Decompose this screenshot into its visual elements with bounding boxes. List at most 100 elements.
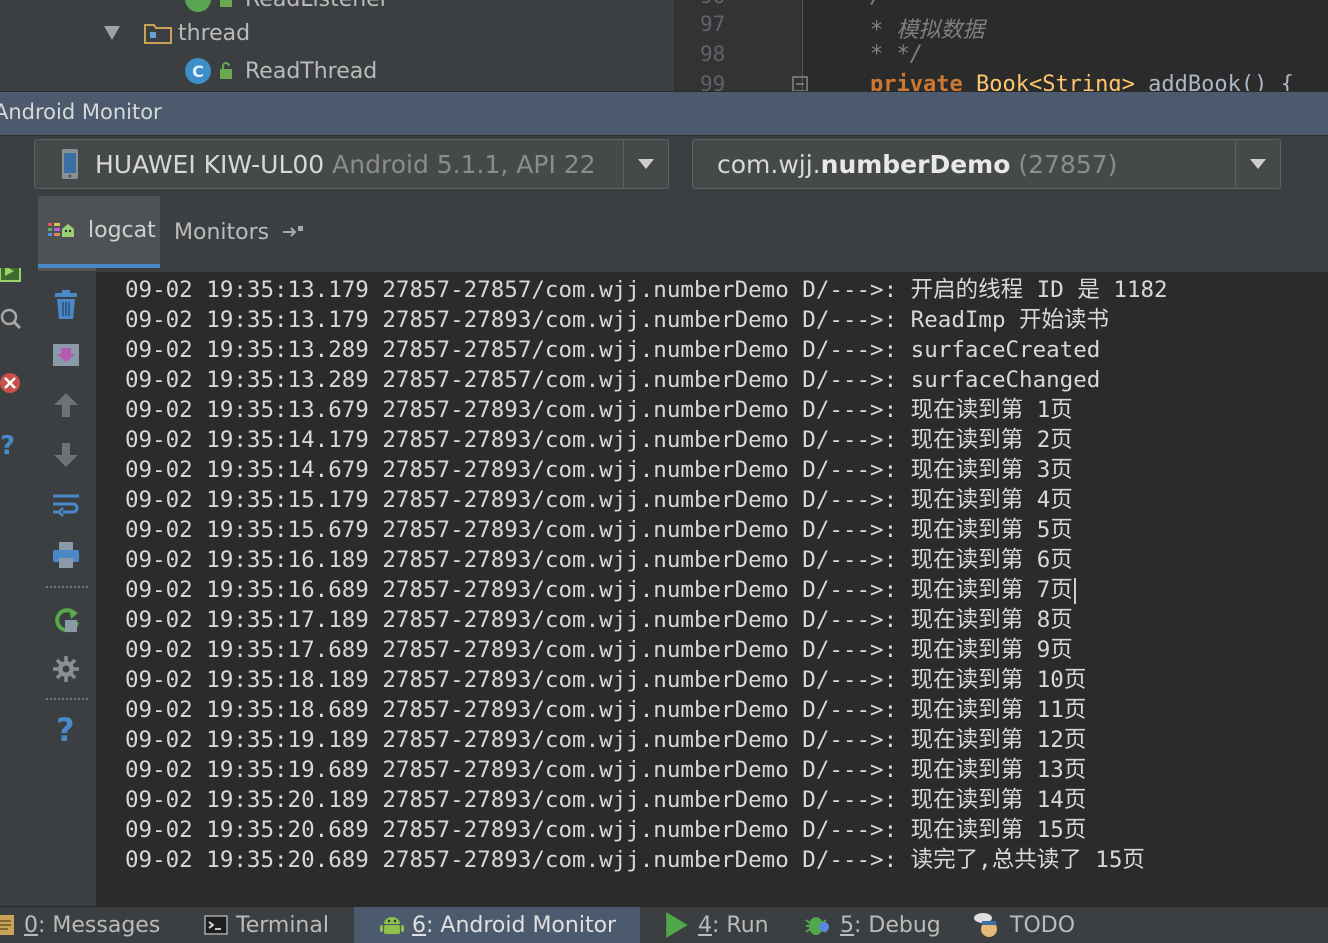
restore-layout-icon[interactable] [281,224,307,240]
terminal-tab[interactable]: Terminal [204,907,354,943]
tool-window-header[interactable]: Android Monitor [0,91,1328,136]
line-number: 99 [700,72,726,91]
line-number: 96 [700,0,725,8]
terminal-icon [204,915,228,935]
tree-item-read-thread[interactable]: C ReadThread [185,54,377,88]
line-number: 98 [700,42,726,66]
tab-label: logcat [88,217,156,243]
code-line: * */ [870,42,923,67]
debug-tab[interactable]: 5: Debug [804,907,954,943]
log-line: 09-02 19:35:18.689 27857-27893/com.wjj.n… [125,697,1087,723]
package-folder-icon [144,24,172,44]
messages-tab[interactable]: 0: Messages [0,907,180,943]
code-editor[interactable]: 96 97 98 99 /** * 模拟数据 * */ private Book… [674,0,1328,91]
log-line: 09-02 19:35:13.679 27857-27893/com.wjj.n… [125,397,1073,423]
logcat-console[interactable]: 09-02 19:35:13.179 27857-27857/com.wjj.n… [96,272,1328,906]
access-icon [220,0,232,7]
tool-window-title: Android Monitor [0,100,162,124]
gear-icon [53,656,79,682]
log-line: 09-02 19:35:20.689 27857-27893/com.wjj.n… [125,817,1087,843]
process-name: numberDemo [820,149,1011,179]
svg-text:?: ? [0,432,15,458]
interface-icon [185,0,211,12]
tree-item-label: thread [178,20,251,46]
tab-label: : Run [712,912,769,938]
process-pid: (27857) [1018,149,1118,179]
log-line: 09-02 19:35:19.689 27857-27893/com.wjj.n… [125,757,1087,783]
logcat-icon [48,223,74,237]
process-dropdown[interactable]: com.wjj.numberDemo (27857) [692,139,1281,189]
tree-item-label: ReadListener [245,0,389,12]
todo-tab[interactable]: TODO [974,907,1094,943]
code-line: /** [870,0,910,9]
project-tree: ReadListener thread C ReadThread [0,0,674,91]
android-monitor-tab[interactable]: 6: Android Monitor [354,907,640,943]
soft-wrap-icon [53,494,79,517]
help-icon[interactable]: ? [0,432,22,458]
chevron-down-icon[interactable] [1235,140,1280,188]
tree-item-read-listener[interactable]: ReadListener [185,0,389,16]
log-line: 09-02 19:35:17.189 27857-27893/com.wjj.n… [125,607,1073,633]
tree-item-label: ReadThread [245,58,378,84]
process-prefix: com.wjj. [717,149,821,179]
fold-icon[interactable] [792,76,810,91]
run-icon [666,912,688,938]
help-button[interactable]: ? [50,713,82,745]
android-icon [380,917,404,934]
log-line: 09-02 19:35:17.689 27857-27893/com.wjj.n… [125,637,1073,663]
log-line: 09-02 19:35:20.189 27857-27893/com.wjj.n… [125,787,1087,813]
log-line: 09-02 19:35:13.179 27857-27893/com.wjj.n… [125,307,1110,333]
restart-icon [55,608,79,633]
tab-label: : Android Monitor [426,912,617,938]
access-icon [220,62,232,79]
device-dropdown[interactable]: HUAWEI KIW-UL00 Android 5.1.1, API 22 [34,139,669,189]
toolbar-divider [46,586,88,588]
editor-gutter: 96 97 98 99 [674,0,808,91]
top-area: ReadListener thread C ReadThread 96 97 9… [0,0,1328,91]
system-info-icon[interactable] [0,306,22,332]
settings-button[interactable] [50,653,82,685]
tab-label: : Messages [38,912,161,938]
log-line: 09-02 19:35:15.179 27857-27893/com.wjj.n… [125,487,1073,513]
svg-text:?: ? [56,713,75,745]
tab-number: 5 [840,912,854,938]
log-line: 09-02 19:35:16.189 27857-27893/com.wjj.n… [125,547,1073,573]
chevron-down-icon[interactable] [623,140,668,188]
arrow-up-icon [54,393,78,417]
todo-icon [974,913,997,937]
tab-monitors[interactable]: Monitors [166,196,318,268]
log-line: 09-02 19:35:13.179 27857-27857/com.wjj.n… [125,277,1168,303]
tab-label: Monitors [174,219,270,245]
code-line: private Book<String> addBook() { [870,72,1294,91]
tab-number: 0 [24,912,38,938]
text-caret [1073,577,1076,604]
code-keyword: private [870,72,963,91]
tree-item-thread-folder[interactable]: thread [104,16,250,50]
log-line: 09-02 19:35:18.189 27857-27893/com.wjj.n… [125,667,1087,693]
soft-wraps-button[interactable] [50,489,82,521]
log-line: 09-02 19:35:19.189 27857-27893/com.wjj.n… [125,727,1087,753]
log-line: 09-02 19:35:14.679 27857-27893/com.wjj.n… [125,457,1073,483]
print-icon [53,542,79,568]
down-button[interactable] [50,439,82,471]
up-button[interactable] [50,389,82,421]
tool-window-bar: 0: Messages Terminal 6: Android Monitor … [0,906,1328,943]
restart-button[interactable] [50,603,82,635]
log-line: 09-02 19:35:15.679 27857-27893/com.wjj.n… [125,517,1073,543]
code-text: addBook() { [1148,72,1294,91]
log-line: 09-02 19:35:16.689 27857-27893/com.wjj.n… [125,577,1073,603]
tab-number: 6 [412,912,426,938]
terminate-icon[interactable] [0,370,22,396]
toolbar-divider [46,698,88,700]
expand-triangle-icon[interactable] [104,26,120,40]
device-name: HUAWEI KIW-UL00 [95,149,325,179]
tab-label: : Debug [854,912,941,938]
run-tab[interactable]: 4: Run [664,907,784,943]
tab-logcat[interactable]: logcat [38,196,160,268]
trash-icon [55,290,77,319]
tab-label: Terminal [236,912,329,938]
print-button[interactable] [50,539,82,571]
scroll-to-end-button[interactable] [50,339,82,371]
log-line: 09-02 19:35:14.179 27857-27893/com.wjj.n… [125,427,1073,453]
clear-logcat-button[interactable] [50,289,82,321]
